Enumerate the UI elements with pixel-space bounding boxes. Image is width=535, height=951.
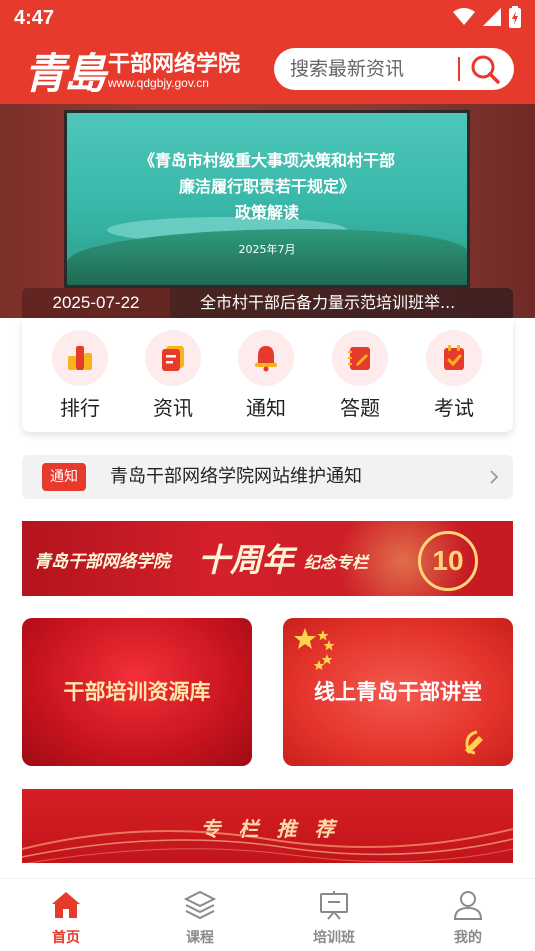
search-input[interactable]: [274, 48, 458, 90]
quick-label-exam: 考试: [434, 396, 474, 420]
banner-hills: [67, 229, 467, 285]
news-banner[interactable]: 《青岛市村级重大事项决策和村干部 廉洁履行职责若干规定》 政策解读 2025年7…: [0, 104, 535, 318]
site-logo[interactable]: 青島 干部网络学院 www.qdgbjy.gov.cn: [24, 40, 254, 98]
search-button[interactable]: [468, 53, 502, 85]
notice-bar[interactable]: 通知 青岛干部网络学院网站维护通知: [22, 455, 513, 499]
banner-screen: 《青岛市村级重大事项决策和村干部 廉洁履行职责若干规定》 政策解读 2025年7…: [64, 110, 470, 288]
banner-screen-line2: 廉洁履行职责若干规定》: [178, 177, 355, 196]
recommend-title: 专栏推荐: [200, 817, 353, 841]
banner-screen-line1: 《青岛市村级重大事项决策和村干部: [138, 151, 395, 170]
bottom-nav: 首页 课程 培训班 我的: [0, 878, 535, 951]
anniversary-site-name: 青岛干部网络学院: [34, 552, 170, 572]
site-url: www.qdgbjy.gov.cn: [108, 76, 209, 90]
quick-item-notice[interactable]: 通知: [234, 330, 298, 426]
layers-icon: [184, 890, 216, 920]
search-icon: [471, 55, 500, 84]
resource-library-title: 干部培训资源库: [63, 679, 211, 704]
bell-icon: [255, 346, 277, 372]
status-time: 4:47: [14, 7, 55, 29]
search-divider: [458, 57, 460, 81]
quiz-icon: [348, 347, 370, 370]
quick-item-exam[interactable]: 考试: [422, 330, 486, 426]
user-icon: [453, 891, 483, 920]
status-icons: [453, 6, 521, 28]
quick-label-news: 资讯: [153, 396, 193, 420]
nav-mine[interactable]: 我的: [428, 889, 508, 949]
lecture-hall-card[interactable]: 线上青岛干部讲堂: [283, 618, 513, 766]
anniversary-title: 十周年: [198, 541, 295, 579]
nav-label-courses: 课程: [186, 930, 214, 946]
quick-icon-bg: [426, 330, 482, 386]
search-box: [274, 48, 514, 90]
nav-home[interactable]: 首页: [26, 889, 106, 949]
site-name: 干部网络学院: [108, 52, 241, 77]
nav-training[interactable]: 培训班: [294, 889, 374, 949]
quick-icon-bg: [52, 330, 108, 386]
anniversary-banner[interactable]: 青岛干部网络学院 十周年 纪念专栏 10: [22, 521, 513, 596]
quick-icon-bg: [145, 330, 201, 386]
nav-label-home: 首页: [52, 930, 80, 946]
status-bar: 4:47: [0, 0, 535, 36]
recommend-section[interactable]: 专栏推荐: [22, 789, 513, 863]
logo-calligraphy: 青島: [24, 49, 106, 98]
banner-caption: 2025-07-22 全市村干部后备力量示范培训班举...: [22, 288, 513, 318]
quick-menu: 排行 资讯 通知 答题 考试: [22, 318, 513, 432]
quick-label-notice: 通知: [246, 396, 286, 420]
news-icon: [162, 346, 184, 371]
signal-icon: [483, 8, 501, 26]
banner-screen-date: 2025年7月: [238, 243, 296, 256]
stars-icon: [294, 628, 335, 670]
ranking-icon: [68, 346, 92, 370]
notice-badge: 通知: [42, 463, 86, 491]
quick-icon-bg: [238, 330, 294, 386]
nav-label-training: 培训班: [313, 930, 355, 946]
battery-icon: [509, 6, 521, 28]
home-icon: [52, 892, 80, 918]
quick-label-ranking: 排行: [60, 396, 100, 420]
notice-text: 青岛干部网络学院网站维护通知: [110, 466, 362, 487]
exam-icon: [444, 345, 464, 370]
chevron-right-icon: [490, 470, 499, 484]
quick-item-news[interactable]: 资讯: [141, 330, 205, 426]
nav-label-mine: 我的: [454, 930, 482, 946]
anniversary-number: 10: [418, 531, 478, 591]
banner-screen-line3: 政策解读: [234, 203, 299, 222]
app-header: 4:47 青島 干部网络学院 www.qdgbjy.gov.cn: [0, 0, 535, 104]
quick-item-ranking[interactable]: 排行: [48, 330, 112, 426]
quick-item-quiz[interactable]: 答题: [328, 330, 392, 426]
party-emblem-icon: [465, 730, 483, 755]
anniversary-subtitle: 纪念专栏: [304, 553, 369, 572]
lecture-hall-title: 线上青岛干部讲堂: [314, 680, 482, 704]
banner-date: 2025-07-22: [22, 288, 170, 318]
banner-title: 全市村干部后备力量示范培训班举...: [200, 293, 456, 312]
resource-library-card[interactable]: 干部培训资源库: [22, 618, 252, 766]
quick-label-quiz: 答题: [340, 396, 380, 420]
quick-icon-bg: [332, 330, 388, 386]
nav-courses[interactable]: 课程: [160, 889, 240, 949]
wifi-icon: [453, 8, 475, 25]
training-icon: [320, 891, 348, 920]
